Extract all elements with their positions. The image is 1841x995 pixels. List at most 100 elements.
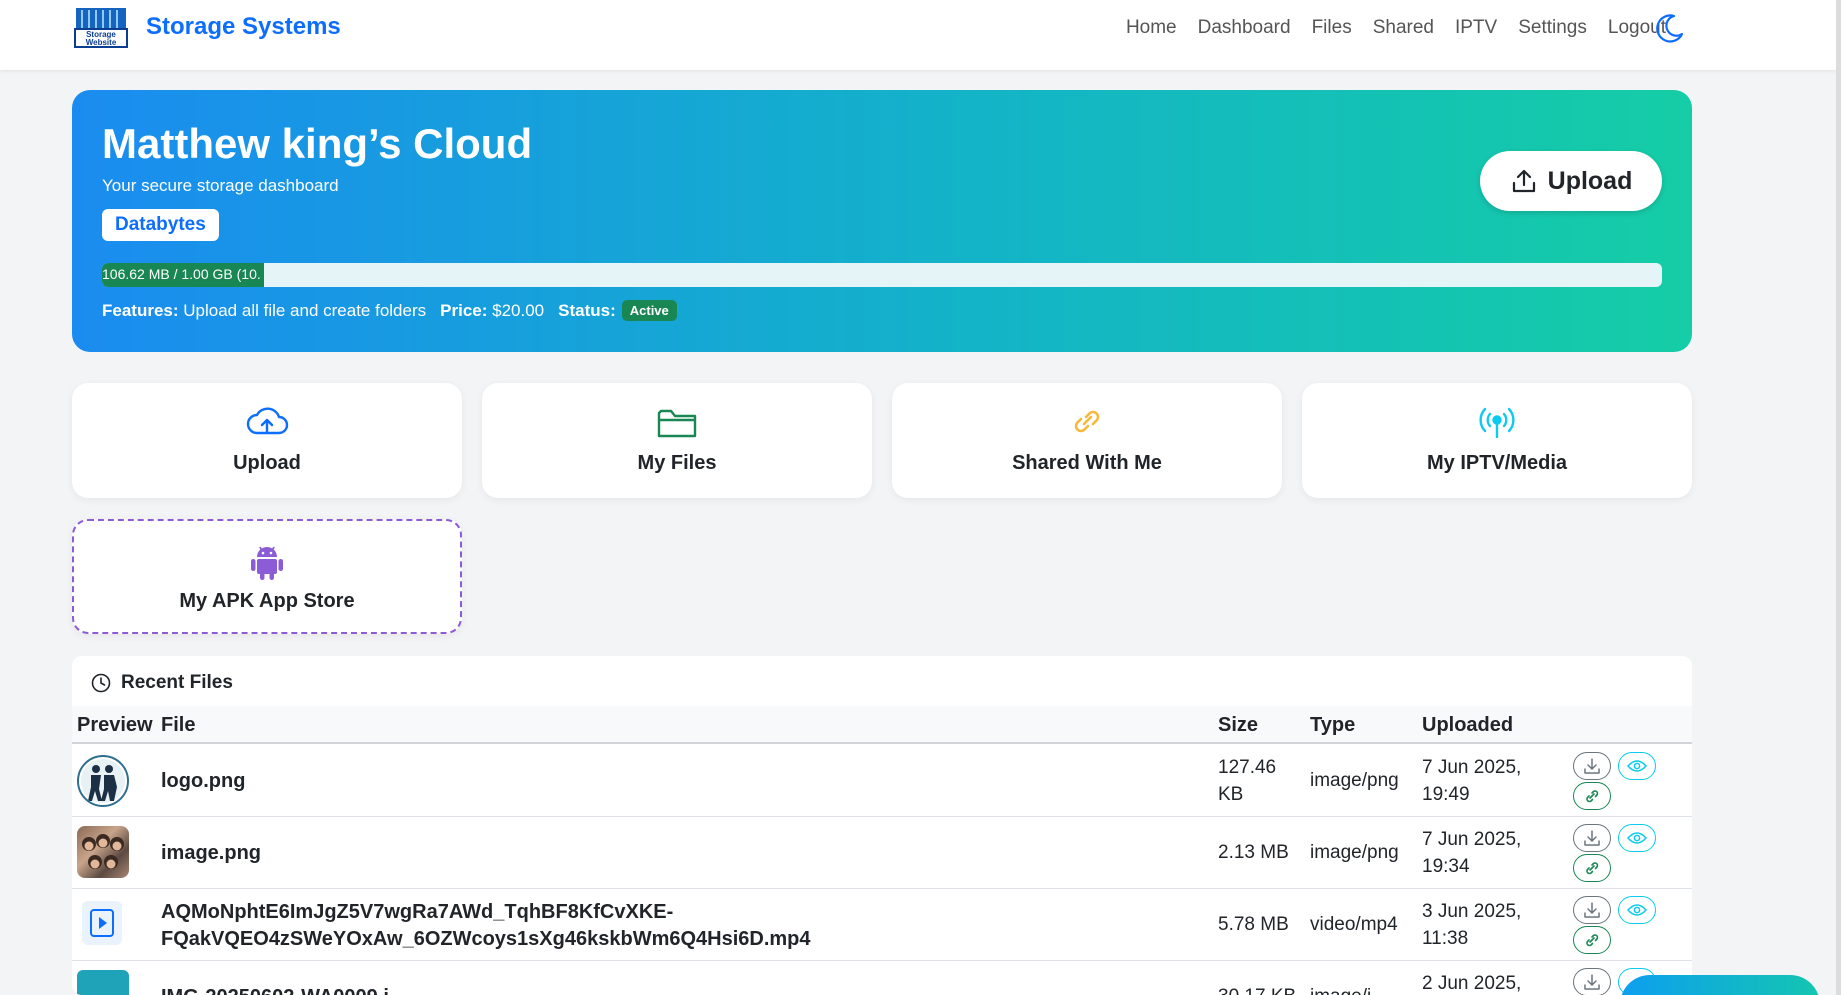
brand[interactable]: Storage Website Storage Systems <box>72 4 341 50</box>
recent-files-panel: Recent Files Preview File Size Type Uplo… <box>72 656 1692 995</box>
status-label: Status: <box>558 300 616 320</box>
nav-home[interactable]: Home <box>1126 17 1177 39</box>
recent-files-title: Recent Files <box>121 672 233 693</box>
col-type: Type <box>1310 714 1356 736</box>
apk-store-card-label: My APK App Store <box>179 590 355 612</box>
nav-dashboard[interactable]: Dashboard <box>1198 17 1291 39</box>
table-header: Preview File Size Type Uploaded <box>72 706 1692 744</box>
price-value: $20.00 <box>492 300 545 320</box>
file-size: 5.78 MB <box>1218 914 1289 935</box>
brand-name: Storage Systems <box>146 13 341 40</box>
storage-usage-text: 106.62 MB / 1.00 GB (10. <box>102 266 261 282</box>
upload-card[interactable]: Upload <box>72 383 462 498</box>
nav-shared[interactable]: Shared <box>1373 17 1434 39</box>
brand-logo-text: Storage Website <box>74 28 128 48</box>
brand-logo: Storage Website <box>72 4 132 50</box>
file-date: 7 Jun 2025, <box>1422 829 1522 850</box>
upload-icon <box>1512 169 1535 193</box>
file-type: image/j <box>1310 986 1371 995</box>
file-thumbnail[interactable] <box>77 755 129 807</box>
scrollbar[interactable] <box>1836 0 1841 995</box>
iptv-card-label: My IPTV/Media <box>1426 452 1568 474</box>
eye-icon <box>1627 832 1647 844</box>
file-date: 3 Jun 2025, <box>1422 901 1522 922</box>
link-icon <box>1069 405 1105 444</box>
features-label: Features: <box>102 300 179 320</box>
file-name[interactable]: image.png <box>161 842 261 865</box>
download-button[interactable] <box>1573 752 1611 780</box>
link-icon <box>1586 862 1599 875</box>
upload-button-label: Upload <box>1547 166 1633 195</box>
share-link-button[interactable] <box>1573 926 1611 954</box>
file-thumbnail[interactable] <box>77 970 129 995</box>
file-size: 127.46 <box>1218 757 1277 778</box>
floating-action-button[interactable] <box>1620 975 1820 995</box>
view-button[interactable] <box>1618 752 1656 780</box>
eye-icon <box>1627 904 1647 916</box>
file-thumbnail[interactable] <box>77 826 129 878</box>
table-row: AQMoNphtE6ImJgZ5V7wgRa7AWd_TqhBF8KfCvXKE… <box>72 889 1692 961</box>
page-title: Matthew king’s Cloud <box>102 120 533 167</box>
nav-files[interactable]: Files <box>1312 17 1352 39</box>
recent-files-heading: Recent Files <box>90 672 233 694</box>
file-size: 2.13 MB <box>1218 842 1289 863</box>
download-icon <box>1584 830 1600 846</box>
file-name[interactable]: AQMoNphtE6ImJgZ5V7wgRa7AWd_TqhBF8KfCvXKE… <box>161 901 673 924</box>
cloud-upload-icon <box>245 405 289 444</box>
view-button[interactable] <box>1618 896 1656 924</box>
iptv-card[interactable]: My IPTV/Media <box>1302 383 1692 498</box>
table-row: image.png 2.13 MB image/png 7 Jun 2025, … <box>72 817 1692 889</box>
my-files-card-label: My Files <box>637 452 717 474</box>
share-link-button[interactable] <box>1573 782 1611 810</box>
price-label: Price: <box>440 300 488 320</box>
download-icon <box>1584 758 1600 774</box>
nav-settings[interactable]: Settings <box>1518 17 1587 39</box>
col-uploaded: Uploaded <box>1422 714 1514 736</box>
clock-icon <box>91 673 111 693</box>
shared-card[interactable]: Shared With Me <box>892 383 1282 498</box>
link-icon <box>1586 934 1599 947</box>
table-row: IMG-20250602-WA0009.j 30.17 KB image/j 2… <box>72 961 1692 995</box>
col-preview: Preview <box>77 714 153 736</box>
my-files-card[interactable]: My Files <box>482 383 872 498</box>
status-badge: Active <box>621 300 677 321</box>
file-size: 30.17 KB <box>1218 986 1296 995</box>
nav-links: Home Dashboard Files Shared IPTV Setting… <box>1105 17 1666 39</box>
eye-icon <box>1627 760 1647 772</box>
file-date: 2 Jun 2025, <box>1422 973 1522 994</box>
page-subtitle: Your secure storage dashboard <box>102 176 339 195</box>
file-size-unit: KB <box>1218 784 1244 805</box>
video-file-icon[interactable] <box>82 901 122 945</box>
plan-meta: Features: Upload all file and create fol… <box>102 300 677 321</box>
download-button[interactable] <box>1573 896 1611 924</box>
download-button[interactable] <box>1573 824 1611 852</box>
file-name-cont[interactable]: FQakVQEO4zSWeYOxAw_6OZWcoys1sXg46kskbWm6… <box>161 928 811 951</box>
col-size: Size <box>1218 714 1259 736</box>
apk-store-card[interactable]: My APK App Store <box>72 519 462 634</box>
share-link-button[interactable] <box>1573 854 1611 882</box>
android-icon <box>247 541 287 586</box>
view-button[interactable] <box>1618 824 1656 852</box>
file-date: 7 Jun 2025, <box>1422 757 1522 778</box>
storage-progress: 106.62 MB / 1.00 GB (10. <box>102 263 1662 287</box>
file-time: 19:34 <box>1422 856 1470 877</box>
moon-icon[interactable] <box>1654 12 1686 44</box>
file-time: 19:49 <box>1422 784 1470 805</box>
file-type: video/mp4 <box>1310 914 1398 935</box>
file-name[interactable]: logo.png <box>161 770 245 793</box>
col-file: File <box>161 714 196 736</box>
file-type: image/png <box>1310 770 1399 791</box>
top-navbar: Storage Website Storage Systems Home Das… <box>0 0 1836 70</box>
broadcast-icon <box>1474 405 1520 446</box>
upload-button[interactable]: Upload <box>1480 151 1662 211</box>
table-row: logo.png 127.46 KB image/png 7 Jun 2025,… <box>72 745 1692 817</box>
nav-iptv[interactable]: IPTV <box>1455 17 1497 39</box>
hero-panel: Matthew king’s Cloud Your secure storage… <box>72 90 1692 352</box>
features-value: Upload all file and create folders <box>183 300 427 320</box>
download-button[interactable] <box>1573 968 1611 995</box>
download-icon <box>1584 974 1600 990</box>
download-icon <box>1584 902 1600 918</box>
folder-icon <box>656 405 698 446</box>
upload-card-label: Upload <box>233 452 301 474</box>
file-name[interactable]: IMG-20250602-WA0009.j <box>161 986 389 995</box>
